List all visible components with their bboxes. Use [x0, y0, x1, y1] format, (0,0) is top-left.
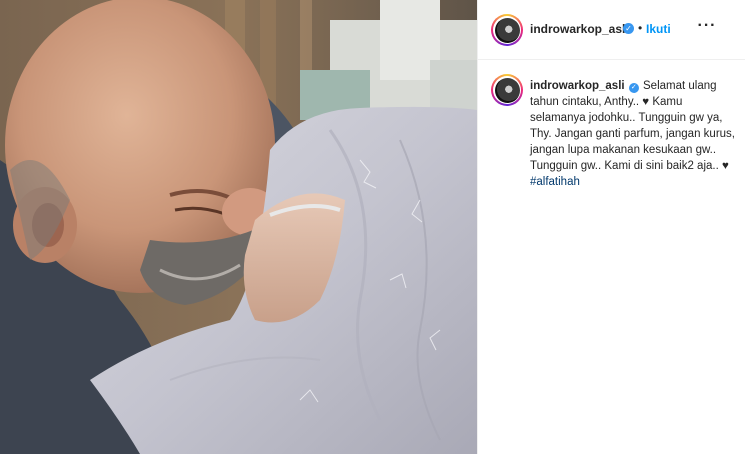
- photo-illustration: [0, 0, 477, 454]
- post-header: indrowarkop_asli ✓ • Ikuti ···: [478, 0, 745, 60]
- separator-dot: •: [638, 21, 643, 35]
- verified-badge-icon: ✓: [628, 83, 639, 93]
- avatar[interactable]: [491, 14, 523, 46]
- caption-username-link[interactable]: indrowarkop_asli: [530, 80, 625, 92]
- verified-badge-icon: ✓: [623, 23, 634, 34]
- caption-avatar[interactable]: [491, 74, 523, 106]
- username-link[interactable]: indrowarkop_asli: [530, 22, 629, 36]
- caption-text: indrowarkop_asli ✓ Selamat ulang tahun c…: [530, 78, 735, 190]
- instagram-post: indrowarkop_asli ✓ • Ikuti ··· indrowark…: [0, 0, 745, 454]
- follow-button[interactable]: Ikuti: [646, 22, 671, 36]
- post-side-panel: indrowarkop_asli ✓ • Ikuti ··· indrowark…: [477, 0, 745, 454]
- hashtag-link[interactable]: #alfatihah: [530, 176, 580, 188]
- caption-avatar-image: [494, 77, 520, 103]
- post-photo[interactable]: [0, 0, 477, 454]
- avatar-image: [494, 17, 520, 43]
- more-options-icon[interactable]: ···: [697, 17, 717, 37]
- caption-body: Selamat ulang tahun cintaku, Anthy.. ♥ K…: [530, 80, 735, 172]
